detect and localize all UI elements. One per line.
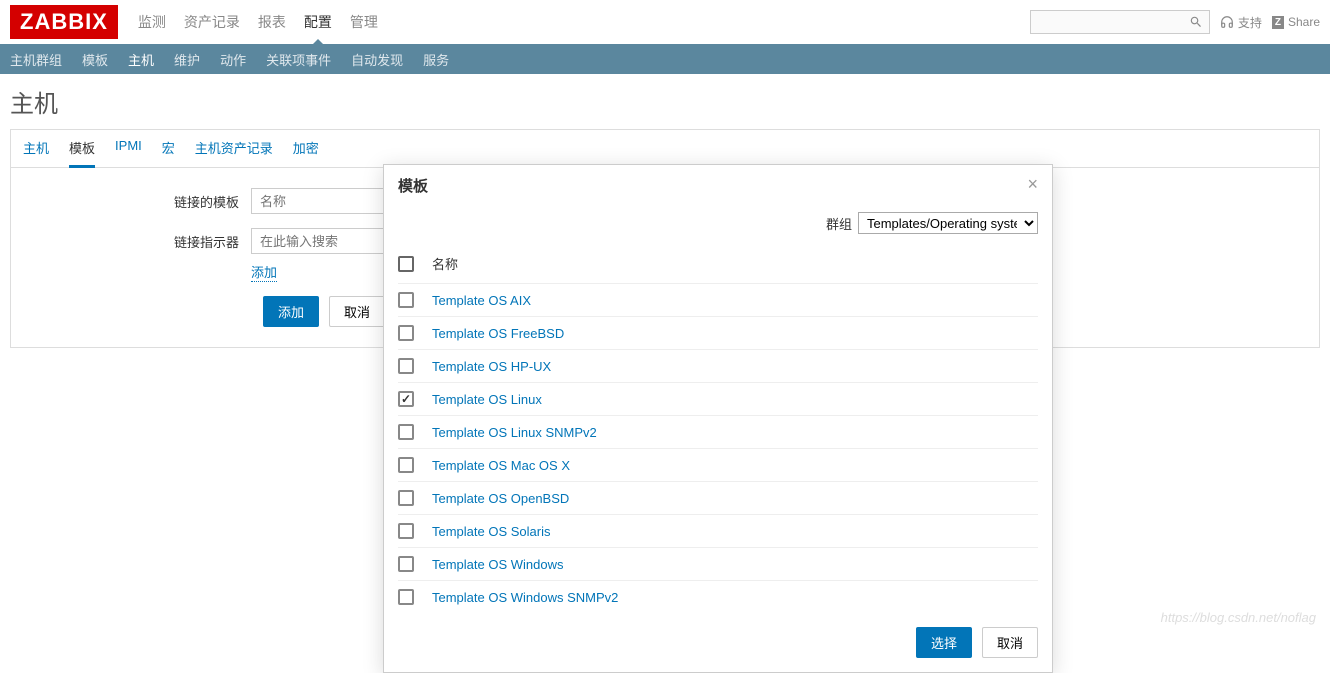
modal-footer: 选择 取消 [384,613,1052,672]
top-nav: 监测资产记录报表配置管理 [138,12,378,32]
subnav-item[interactable]: 关联项事件 [266,50,331,69]
tab[interactable]: 主机资产记录 [195,138,273,167]
template-row: Template OS OpenBSD [398,482,1038,515]
modal-cancel-button[interactable]: 取消 [982,627,1038,658]
name-column-header: 名称 [432,254,458,273]
cancel-button[interactable]: 取消 [329,296,385,327]
group-label: 群组 [826,214,852,233]
template-name-link[interactable]: Template OS AIX [432,293,531,308]
modal-filter: 群组 Templates/Operating systems [384,206,1052,244]
template-checkbox[interactable] [398,556,414,572]
template-name-link[interactable]: Template OS Linux SNMPv2 [432,425,597,440]
topnav-item[interactable]: 资产记录 [184,12,240,32]
share-label: Share [1288,15,1320,29]
template-name-link[interactable]: Template OS OpenBSD [432,491,569,506]
template-name-link[interactable]: Template OS FreeBSD [432,326,564,341]
template-row: Template OS Windows SNMPv2 [398,581,1038,613]
tab-bar: 主机模板 IPMI 宏主机资产记录加密 [11,130,1319,168]
template-checkbox[interactable] [398,358,414,374]
template-name-link[interactable]: Template OS HP-UX [432,359,551,374]
subnav-item[interactable]: 模板 [82,50,108,69]
template-modal: 模板 × 群组 Templates/Operating systems 名称 T… [383,164,1053,673]
subnav-item[interactable]: 维护 [174,50,200,69]
template-name-link[interactable]: Template OS Windows SNMPv2 [432,590,618,605]
submit-button[interactable]: 添加 [263,296,319,327]
template-table-header: 名称 [398,244,1038,284]
topnav-item[interactable]: 管理 [350,12,378,32]
support-label: 支持 [1238,14,1262,31]
template-checkbox[interactable] [398,424,414,440]
template-row: Template OS Linux SNMPv2 [398,416,1038,449]
template-row: Template OS Linux [398,383,1038,416]
modal-title: 模板 [398,175,428,196]
topnav-item[interactable]: 配置 [304,12,332,32]
top-right: 支持 Z Share [1030,10,1320,34]
template-checkbox[interactable] [398,589,414,605]
topnav-item[interactable]: 监测 [138,12,166,32]
modal-select-button[interactable]: 选择 [916,627,972,658]
tab[interactable]: 主机 [23,138,49,167]
subnav-item[interactable]: 主机 [128,50,154,77]
page-title: 主机 [10,84,1320,119]
sub-nav: 主机群组 模板 主机 维护 动作 关联项事件 自动发现 服务 [0,44,1330,74]
watermark: https://blog.csdn.net/noflag [1161,610,1316,625]
template-checkbox[interactable] [398,523,414,539]
tab[interactable]: 宏 [162,138,175,167]
template-name-link[interactable]: Template OS Windows [432,557,564,572]
template-row: Template OS AIX [398,284,1038,317]
modal-header: 模板 × [384,165,1052,206]
template-checkbox[interactable] [398,391,414,407]
template-row: Template OS Windows [398,548,1038,581]
logo[interactable]: ZABBIX [10,5,118,39]
template-row: Template OS FreeBSD [398,317,1038,350]
headset-icon [1220,15,1234,29]
template-name-link[interactable]: Template OS Linux [432,392,542,407]
template-row: Template OS Solaris [398,515,1038,548]
group-select[interactable]: Templates/Operating systems [858,212,1038,234]
subnav-item[interactable]: 自动发现 [351,50,403,69]
label-link-new: 链接指示器 [31,228,251,251]
template-row: Template OS Mac OS X [398,449,1038,482]
share-link[interactable]: Z Share [1272,15,1320,29]
support-link[interactable]: 支持 [1220,14,1262,31]
template-name-link[interactable]: Template OS Solaris [432,524,551,539]
template-checkbox[interactable] [398,292,414,308]
top-header: ZABBIX 监测资产记录报表配置管理 支持 Z Share [0,0,1330,44]
topnav-item[interactable]: 报表 [258,12,286,32]
template-checkbox[interactable] [398,490,414,506]
share-icon: Z [1272,16,1284,29]
select-all-checkbox[interactable] [398,256,414,272]
close-icon[interactable]: × [1027,175,1038,196]
label-linked-templates: 链接的模板 [31,188,251,211]
tab[interactable]: 加密 [293,138,319,167]
subnav-item[interactable]: 主机群组 [10,50,62,69]
add-template-link[interactable]: 添加 [251,262,277,282]
template-name-link[interactable]: Template OS Mac OS X [432,458,570,473]
template-row: Template OS HP-UX [398,350,1038,383]
tab[interactable]: 模板 [69,138,95,168]
template-checkbox[interactable] [398,325,414,341]
template-checkbox[interactable] [398,457,414,473]
tab[interactable]: IPMI [115,138,142,167]
modal-body: 名称 Template OS AIX Template OS FreeBSD Tem… [384,244,1052,613]
subnav-item[interactable]: 动作 [220,50,246,69]
global-search[interactable] [1030,10,1210,34]
search-icon [1189,15,1203,29]
subnav-item[interactable]: 服务 [423,50,449,69]
